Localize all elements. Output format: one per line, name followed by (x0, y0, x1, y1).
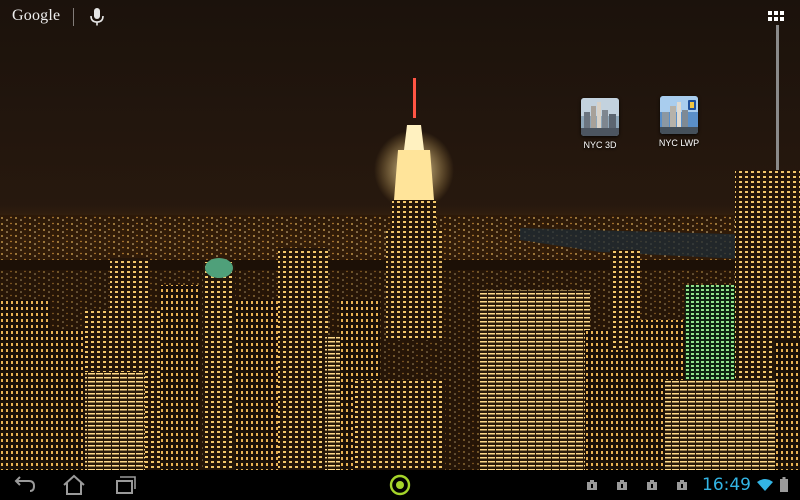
nyc-3d-app-icon[interactable] (581, 98, 619, 136)
nyc-lwp-app-icon[interactable] (660, 96, 698, 134)
shortcut-nyc-3d[interactable]: NYC 3D (570, 98, 630, 150)
google-search-bar[interactable]: Google (0, 0, 800, 36)
search-divider (73, 8, 74, 26)
back-arrow-icon[interactable] (10, 473, 38, 497)
shortcut-label: NYC LWP (658, 138, 700, 148)
mic-icon[interactable] (88, 7, 106, 27)
download-icon[interactable] (586, 479, 598, 491)
navigation-bar: 16:49 (0, 470, 800, 500)
city-skyline-wallpaper (0, 0, 800, 470)
all-apps-grid-icon[interactable] (766, 9, 786, 29)
shortcut-label: NYC 3D (583, 140, 617, 150)
recent-apps-icon[interactable] (110, 473, 138, 497)
google-logo[interactable]: Google (12, 7, 60, 25)
download-icon[interactable] (616, 479, 628, 491)
download-icon[interactable] (646, 479, 658, 491)
target-ring-icon[interactable] (386, 473, 414, 497)
clock[interactable]: 16:49 (702, 475, 751, 495)
wifi-icon (757, 479, 773, 491)
home-icon[interactable] (60, 473, 88, 497)
battery-icon (780, 477, 788, 492)
download-icon[interactable] (676, 479, 688, 491)
shortcut-nyc-lwp[interactable]: NYC LWP (649, 96, 709, 148)
